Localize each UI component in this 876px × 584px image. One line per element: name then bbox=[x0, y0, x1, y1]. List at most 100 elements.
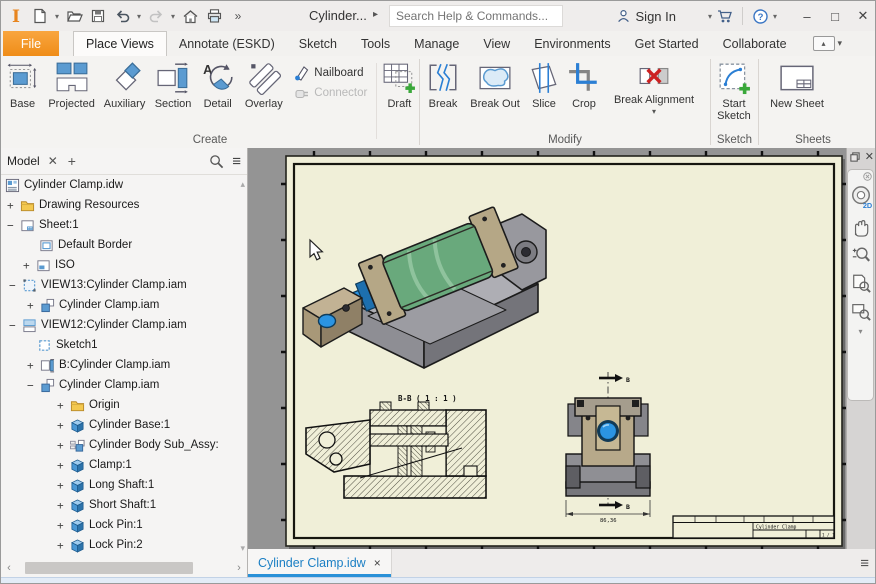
tree-item-short-shaft[interactable]: +Short Shaft:1 bbox=[1, 495, 247, 515]
draft-button[interactable]: Draft bbox=[380, 59, 419, 110]
projected-button[interactable]: Projected bbox=[44, 59, 99, 110]
document-close-icon[interactable]: ✕ bbox=[865, 150, 874, 163]
steering-wheel-2d-icon[interactable]: 2D bbox=[850, 185, 872, 209]
break-out-button[interactable]: Break Out bbox=[466, 59, 524, 110]
ribbon-collapse-button[interactable]: ▴ ▾ bbox=[813, 31, 843, 56]
toolbar-overflow[interactable]: » bbox=[227, 4, 249, 28]
sign-in-button[interactable]: Sign In bbox=[612, 8, 680, 24]
navbar-more-dropdown[interactable]: ▾ bbox=[858, 327, 862, 336]
maximize-button[interactable]: □ bbox=[821, 3, 849, 29]
browser-tab-close[interactable]: ✕ bbox=[48, 154, 58, 168]
document-tab[interactable]: Cylinder Clamp.idw × bbox=[248, 549, 392, 577]
tree-item-sheet1[interactable]: −Sheet:1 bbox=[1, 215, 247, 235]
undo-dropdown[interactable]: ▾ bbox=[135, 12, 143, 21]
expander[interactable]: + bbox=[27, 359, 40, 372]
section-button[interactable]: Section bbox=[150, 59, 196, 110]
base-button[interactable]: Base bbox=[1, 59, 44, 110]
expander[interactable]: + bbox=[57, 479, 70, 492]
tree-item-long-shaft[interactable]: +Long Shaft:1 bbox=[1, 475, 247, 495]
store-cart-button[interactable] bbox=[714, 4, 736, 28]
scroll-left-arrow[interactable]: ‹ bbox=[1, 562, 17, 574]
browser-add-tab[interactable]: + bbox=[68, 153, 76, 169]
nailboard-button[interactable]: Nailboard bbox=[294, 65, 369, 81]
tab-environments[interactable]: Environments bbox=[522, 31, 622, 56]
zoom-all-icon[interactable] bbox=[851, 273, 871, 293]
new-file-button[interactable] bbox=[29, 4, 51, 28]
scroll-right-arrow[interactable]: › bbox=[231, 562, 247, 574]
expander[interactable]: + bbox=[57, 519, 70, 532]
tree-item-origin[interactable]: +Origin bbox=[1, 395, 247, 415]
tab-view[interactable]: View bbox=[471, 31, 522, 56]
expander[interactable]: + bbox=[7, 199, 20, 212]
panel-label-modify[interactable]: Modify bbox=[420, 134, 710, 146]
start-sketch-button[interactable]: Start Sketch bbox=[711, 59, 757, 122]
tab-collaborate[interactable]: Collaborate bbox=[711, 31, 799, 56]
pan-hand-icon[interactable] bbox=[851, 217, 871, 237]
print-button[interactable] bbox=[203, 4, 225, 28]
scrollbar-thumb[interactable] bbox=[25, 562, 193, 574]
open-button[interactable] bbox=[63, 4, 85, 28]
expander[interactable]: + bbox=[57, 459, 70, 472]
tree-item-view12[interactable]: −VIEW12:Cylinder Clamp.iam bbox=[1, 315, 247, 335]
auxiliary-button[interactable]: Auxiliary bbox=[99, 59, 150, 110]
document-restore-icon[interactable] bbox=[849, 151, 861, 163]
redo-button[interactable] bbox=[145, 4, 167, 28]
browser-horizontal-scrollbar[interactable]: ‹ › bbox=[1, 559, 247, 577]
tree-item-lock-pin-1[interactable]: +Lock Pin:1 bbox=[1, 515, 247, 535]
expander[interactable]: + bbox=[27, 299, 40, 312]
tree-item-document[interactable]: Cylinder Clamp.idw bbox=[1, 175, 247, 195]
expander[interactable]: + bbox=[57, 419, 70, 432]
expander[interactable]: + bbox=[57, 539, 70, 552]
tree-scroll-up[interactable]: ▴ bbox=[240, 179, 245, 190]
expander[interactable]: − bbox=[9, 319, 22, 332]
tree-item-cylinder-base[interactable]: +Cylinder Base:1 bbox=[1, 415, 247, 435]
redo-dropdown[interactable]: ▾ bbox=[169, 12, 177, 21]
expander[interactable]: − bbox=[7, 219, 20, 232]
expander[interactable]: + bbox=[57, 399, 70, 412]
new-file-dropdown[interactable]: ▾ bbox=[53, 12, 61, 21]
tab-file[interactable]: File bbox=[3, 31, 59, 56]
expander[interactable]: + bbox=[23, 259, 36, 272]
expander[interactable]: + bbox=[57, 439, 70, 452]
signin-dropdown[interactable]: ▾ bbox=[706, 12, 714, 21]
new-sheet-button[interactable]: New Sheet bbox=[759, 59, 835, 110]
drawing-canvas[interactable]: B-B ( 1 : 1 ) B bbox=[248, 148, 846, 549]
browser-search-icon[interactable] bbox=[209, 154, 224, 169]
tab-annotate-eskd[interactable]: Annotate (ESKD) bbox=[167, 31, 287, 56]
expander[interactable]: − bbox=[27, 379, 40, 392]
tab-sketch[interactable]: Sketch bbox=[287, 31, 349, 56]
tab-get-started[interactable]: Get Started bbox=[623, 31, 711, 56]
tree-item-lock-pin-2[interactable]: +Lock Pin:2 bbox=[1, 535, 247, 555]
zoom-icon[interactable] bbox=[851, 245, 871, 265]
panel-label-create[interactable]: Create bbox=[1, 134, 419, 146]
help-search-box[interactable] bbox=[389, 5, 563, 27]
tree-item-default-border[interactable]: Default Border bbox=[1, 235, 247, 255]
tree-item-iso[interactable]: +ISO bbox=[1, 255, 247, 275]
tree-item-section-b[interactable]: +B:Cylinder Clamp.iam bbox=[1, 355, 247, 375]
save-button[interactable] bbox=[87, 4, 109, 28]
tree-item-clamp[interactable]: +Clamp:1 bbox=[1, 455, 247, 475]
break-alignment-button[interactable]: Break Alignment ▾ bbox=[604, 59, 704, 116]
tab-manage[interactable]: Manage bbox=[402, 31, 471, 56]
home-button[interactable] bbox=[179, 4, 201, 28]
tree-item-assembly[interactable]: +Cylinder Clamp.iam bbox=[1, 295, 247, 315]
help-dropdown[interactable]: ▾ bbox=[771, 12, 779, 21]
tree-item-assembly2[interactable]: −Cylinder Clamp.iam bbox=[1, 375, 247, 395]
undo-button[interactable] bbox=[111, 4, 133, 28]
document-tab-close-icon[interactable]: × bbox=[374, 556, 381, 570]
tree-item-drawing-resources[interactable]: +Drawing Resources bbox=[1, 195, 247, 215]
search-input[interactable] bbox=[390, 6, 562, 26]
help-button[interactable]: ? bbox=[749, 4, 771, 28]
detail-button[interactable]: A Detail bbox=[196, 59, 239, 110]
browser-tab-model[interactable]: Model bbox=[7, 154, 40, 168]
tree-scroll-down[interactable]: ▾ bbox=[240, 543, 245, 554]
tab-list-menu-icon[interactable]: ≡ bbox=[860, 555, 869, 572]
tab-tools[interactable]: Tools bbox=[349, 31, 402, 56]
minimize-button[interactable]: – bbox=[793, 3, 821, 29]
tree-item-view13[interactable]: −VIEW13:Cylinder Clamp.iam bbox=[1, 275, 247, 295]
panel-label-sketch[interactable]: Sketch bbox=[711, 134, 758, 146]
expander[interactable]: − bbox=[9, 279, 22, 292]
zoom-window-icon[interactable] bbox=[851, 301, 871, 321]
close-button[interactable]: ✕ bbox=[849, 3, 876, 29]
break-alignment-dropdown[interactable]: ▾ bbox=[652, 107, 656, 116]
